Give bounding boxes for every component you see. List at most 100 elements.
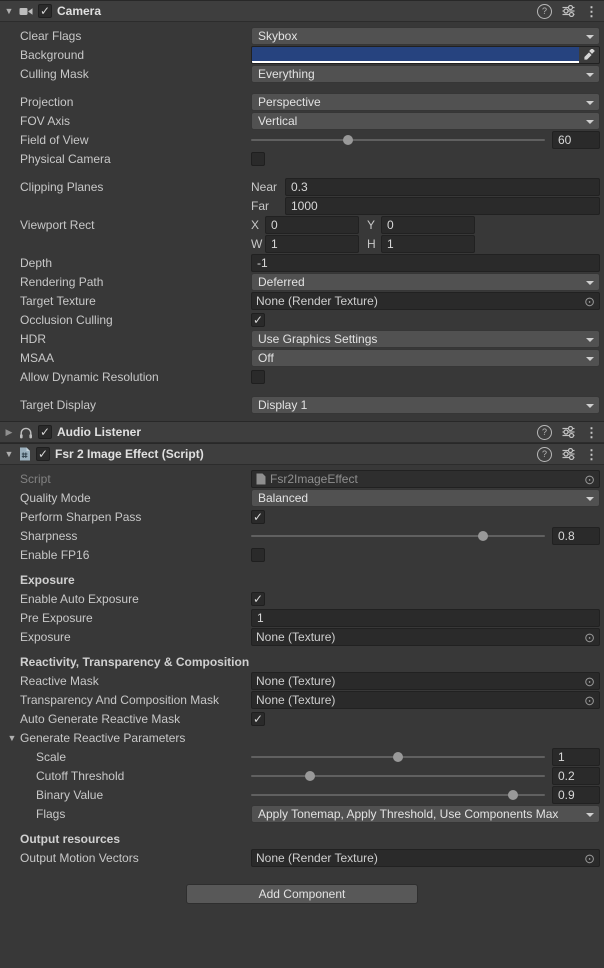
object-picker-icon[interactable]: ⊙ — [584, 631, 595, 644]
clear-flags-dropdown[interactable]: Skybox — [251, 27, 600, 45]
sharpness-input[interactable] — [552, 527, 600, 545]
far-input[interactable] — [285, 197, 600, 215]
fsr2-component-header[interactable]: ▼ Fsr 2 Image Effect (Script) ? ⋮ — [0, 443, 604, 465]
culling-mask-label: Culling Mask — [0, 67, 251, 81]
presets-icon[interactable] — [562, 426, 575, 438]
scale-input[interactable] — [552, 748, 600, 766]
near-input[interactable] — [285, 178, 600, 196]
auto-generate-reactive-mask-checkbox[interactable] — [251, 712, 265, 726]
flags-dropdown[interactable]: Apply Tonemap, Apply Threshold, Use Comp… — [251, 805, 600, 823]
row-clear-flags: Clear Flags Skybox — [0, 27, 600, 45]
reactive-mask-object-field[interactable]: None (Texture) ⊙ — [251, 672, 600, 690]
help-icon[interactable]: ? — [537, 4, 552, 19]
presets-icon[interactable] — [562, 5, 575, 17]
object-picker-icon[interactable]: ⊙ — [584, 675, 595, 688]
depth-input[interactable] — [251, 254, 600, 272]
target-display-dropdown[interactable]: Display 1 — [251, 396, 600, 414]
generate-reactive-parameters-label: Generate Reactive Parameters — [20, 731, 185, 745]
help-icon[interactable]: ? — [537, 425, 552, 440]
generate-reactive-parameters-foldout[interactable]: ▼ Generate Reactive Parameters — [0, 731, 251, 745]
object-picker-icon[interactable]: ⊙ — [584, 295, 595, 308]
add-component-button[interactable]: Add Component — [186, 884, 418, 904]
fsr2-enabled-checkbox[interactable] — [36, 447, 50, 461]
field-of-view-slider[interactable] — [251, 131, 545, 149]
kebab-menu-icon[interactable]: ⋮ — [585, 448, 598, 461]
camera-component-header[interactable]: ▼ Camera ? ⋮ — [0, 0, 604, 22]
row-rendering-path: Rendering Path Deferred — [0, 273, 600, 291]
slider-handle[interactable] — [305, 771, 315, 781]
allow-dynamic-resolution-checkbox[interactable] — [251, 370, 265, 384]
row-output-motion-vectors: Output Motion Vectors None (Render Textu… — [0, 849, 600, 867]
object-picker-icon[interactable]: ⊙ — [584, 852, 595, 865]
foldout-arrow-icon[interactable]: ▼ — [4, 6, 14, 16]
color-swatch[interactable] — [252, 47, 579, 63]
projection-label: Projection — [0, 95, 251, 109]
kebab-menu-icon[interactable]: ⋮ — [585, 426, 598, 439]
row-viewport-rect-xy: Viewport Rect X Y — [0, 216, 600, 234]
transparency-mask-object-field[interactable]: None (Texture) ⊙ — [251, 691, 600, 709]
slider-handle[interactable] — [343, 135, 353, 145]
hdr-dropdown[interactable]: Use Graphics Settings — [251, 330, 600, 348]
row-hdr: HDR Use Graphics Settings — [0, 330, 600, 348]
row-binary-value: Binary Value — [0, 786, 600, 804]
clear-flags-label: Clear Flags — [0, 29, 251, 43]
row-auto-generate-reactive-mask: Auto Generate Reactive Mask — [0, 710, 600, 728]
object-picker-icon[interactable]: ⊙ — [584, 473, 595, 486]
rendering-path-dropdown[interactable]: Deferred — [251, 273, 600, 291]
row-reactive-mask: Reactive Mask None (Texture) ⊙ — [0, 672, 600, 690]
script-object-field[interactable]: Fsr2ImageEffect ⊙ — [251, 470, 600, 488]
fsr2-component-title: Fsr 2 Image Effect (Script) — [55, 447, 204, 461]
msaa-dropdown[interactable]: Off — [251, 349, 600, 367]
enable-auto-exposure-checkbox[interactable] — [251, 592, 265, 606]
camera-enabled-checkbox[interactable] — [38, 4, 52, 18]
slider-handle[interactable] — [478, 531, 488, 541]
rendering-path-value: Deferred — [258, 275, 305, 289]
slider-handle[interactable] — [508, 790, 518, 800]
enable-fp16-checkbox[interactable] — [251, 548, 265, 562]
exposure-object-field[interactable]: None (Texture) ⊙ — [251, 628, 600, 646]
fov-axis-dropdown[interactable]: Vertical — [251, 112, 600, 130]
section-header-output-resources: Output resources — [0, 831, 604, 847]
viewport-x-input[interactable] — [265, 216, 359, 234]
physical-camera-checkbox[interactable] — [251, 152, 265, 166]
audio-listener-enabled-checkbox[interactable] — [38, 425, 52, 439]
row-target-texture: Target Texture None (Render Texture) ⊙ — [0, 292, 600, 310]
pre-exposure-input[interactable] — [251, 609, 600, 627]
perform-sharpen-pass-checkbox[interactable] — [251, 510, 265, 524]
binary-value-input[interactable] — [552, 786, 600, 804]
sharpness-slider[interactable] — [251, 527, 545, 545]
cutoff-threshold-slider[interactable] — [251, 767, 545, 785]
slider-handle[interactable] — [393, 752, 403, 762]
culling-mask-dropdown[interactable]: Everything — [251, 65, 600, 83]
presets-icon[interactable] — [562, 448, 575, 460]
row-target-display: Target Display Display 1 — [0, 396, 600, 414]
scale-slider[interactable] — [251, 748, 545, 766]
occlusion-culling-checkbox[interactable] — [251, 313, 265, 327]
foldout-arrow-icon[interactable]: ▶ — [4, 427, 14, 438]
eyedropper-button[interactable] — [579, 47, 599, 63]
reactive-mask-label: Reactive Mask — [0, 674, 251, 688]
projection-dropdown[interactable]: Perspective — [251, 93, 600, 111]
viewport-w-input[interactable] — [265, 235, 359, 253]
culling-mask-value: Everything — [258, 67, 315, 81]
output-motion-vectors-object-field[interactable]: None (Render Texture) ⊙ — [251, 849, 600, 867]
viewport-x-label: X — [251, 218, 265, 232]
viewport-h-input[interactable] — [381, 235, 475, 253]
kebab-menu-icon[interactable]: ⋮ — [585, 5, 598, 18]
object-picker-icon[interactable]: ⊙ — [584, 694, 595, 707]
viewport-rect-label: Viewport Rect — [0, 218, 251, 232]
cutoff-threshold-input[interactable] — [552, 767, 600, 785]
quality-mode-label: Quality Mode — [0, 491, 251, 505]
allow-dynamic-resolution-label: Allow Dynamic Resolution — [0, 370, 251, 384]
foldout-arrow-icon[interactable]: ▼ — [4, 449, 14, 459]
target-texture-object-field[interactable]: None (Render Texture) ⊙ — [251, 292, 600, 310]
binary-value-slider[interactable] — [251, 786, 545, 804]
field-of-view-input[interactable] — [552, 131, 600, 149]
output-motion-vectors-value: None (Render Texture) — [256, 851, 584, 865]
audio-listener-component-header[interactable]: ▶ Audio Listener ? ⋮ — [0, 421, 604, 443]
viewport-y-input[interactable] — [381, 216, 475, 234]
transparency-and-composition-mask-label: Transparency And Composition Mask — [0, 693, 251, 707]
help-icon[interactable]: ? — [537, 447, 552, 462]
background-color-field[interactable] — [251, 46, 600, 64]
quality-mode-dropdown[interactable]: Balanced — [251, 489, 600, 507]
